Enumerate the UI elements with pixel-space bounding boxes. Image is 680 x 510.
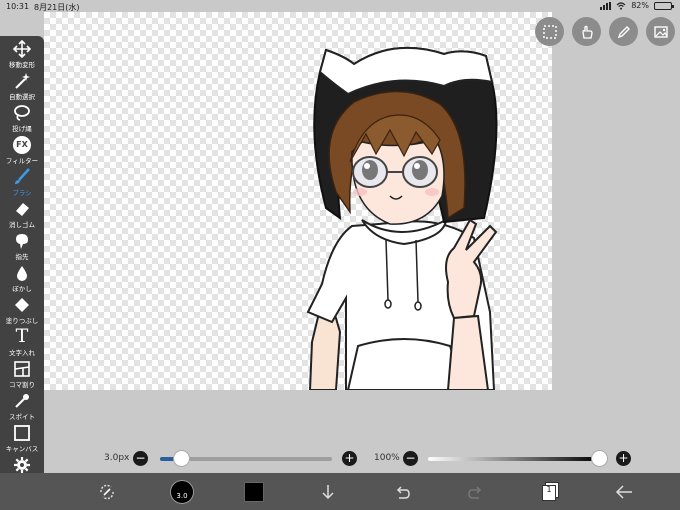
pen-icon xyxy=(617,25,630,38)
tool-label: ぼかし xyxy=(12,285,32,293)
eyedropper-icon xyxy=(0,392,44,410)
tool-label: 消しゴム xyxy=(9,221,35,229)
transform-button[interactable] xyxy=(92,477,122,507)
opacity-knob[interactable] xyxy=(591,450,608,467)
tool-label: 文字入れ xyxy=(9,349,35,357)
brush-size-slider[interactable] xyxy=(160,450,332,467)
layers-icon: 1 xyxy=(540,482,560,502)
frame-icon xyxy=(0,360,44,378)
selection-icon xyxy=(542,24,557,39)
tool-magic[interactable]: 自動選択 xyxy=(0,70,44,102)
wifi-icon xyxy=(616,1,626,10)
tool-brush[interactable]: ブラシ xyxy=(0,166,44,198)
slider-row: 3.0px − + 100% − + xyxy=(0,450,680,468)
signal-icon xyxy=(600,1,612,10)
back-button[interactable] xyxy=(609,477,639,507)
hand-button[interactable] xyxy=(572,17,601,46)
color-icon xyxy=(244,482,264,502)
redo-icon xyxy=(468,486,482,499)
gallery-button[interactable] xyxy=(646,17,675,46)
transform-icon xyxy=(100,484,114,500)
tool-move[interactable]: 移動変形 xyxy=(0,38,44,70)
artwork xyxy=(306,46,498,390)
fx-icon: FX xyxy=(13,136,31,154)
opacity-increase-button[interactable]: + xyxy=(616,451,631,466)
undo-button[interactable] xyxy=(387,477,417,507)
tool-label: 自動選択 xyxy=(9,93,35,101)
layers-button[interactable]: 1 xyxy=(535,477,565,507)
brush-size-value: 3.0px xyxy=(104,453,130,463)
canvas-icon xyxy=(0,424,44,442)
redo-button[interactable] xyxy=(461,477,491,507)
brush-circle-label: 3.0 xyxy=(176,492,188,500)
pen-button[interactable] xyxy=(609,17,638,46)
tool-text[interactable]: T 文字入れ xyxy=(0,326,44,358)
tool-label: 指先 xyxy=(15,253,29,261)
opacity-slider[interactable] xyxy=(428,450,608,467)
tool-label: スポイト xyxy=(9,413,35,421)
tool-label: 塗りつぶし xyxy=(5,317,39,325)
gallery-icon xyxy=(653,25,668,38)
move-arrows-icon xyxy=(0,40,44,58)
brush-icon xyxy=(0,168,44,186)
status-right: 82% xyxy=(600,1,674,10)
selection-button[interactable] xyxy=(535,17,564,46)
tool-label: 投げ縄 xyxy=(12,125,32,133)
smudge-icon xyxy=(0,232,44,250)
magic-wand-icon xyxy=(0,72,44,90)
brush-size-icon: 3.0 xyxy=(170,480,194,504)
battery-percent: 82% xyxy=(631,1,649,10)
brush-size-button[interactable]: 3.0 xyxy=(167,477,197,507)
tool-frame[interactable]: コマ割り xyxy=(0,358,44,390)
tool-blur[interactable]: ぼかし xyxy=(0,262,44,294)
download-button[interactable] xyxy=(313,477,343,507)
status-time: 10:31 xyxy=(6,2,30,11)
back-icon xyxy=(615,485,632,499)
tool-label: フィルター xyxy=(5,157,39,165)
tool-eraser[interactable]: 消しゴム xyxy=(0,198,44,230)
hand-icon xyxy=(581,25,593,39)
color-button[interactable] xyxy=(239,477,269,507)
opacity-decrease-button[interactable]: − xyxy=(403,451,418,466)
drop-icon xyxy=(0,264,44,282)
download-icon xyxy=(322,485,334,500)
layer-count: 1 xyxy=(546,485,552,494)
lasso-icon xyxy=(0,104,44,122)
brush-size-increase-button[interactable]: + xyxy=(342,451,357,466)
bucket-icon xyxy=(0,296,44,314)
tool-label: コマ割り xyxy=(9,381,35,389)
drawing-canvas[interactable] xyxy=(44,12,552,390)
bottom-toolbar: 3.0 1 xyxy=(0,473,680,510)
tool-fill[interactable]: 塗りつぶし xyxy=(0,294,44,326)
brush-size-decrease-button[interactable]: − xyxy=(133,451,148,466)
tool-lasso[interactable]: 投げ縄 xyxy=(0,102,44,134)
text-icon: T xyxy=(15,325,29,347)
tool-eyedropper[interactable]: スポイト xyxy=(0,390,44,422)
battery-icon xyxy=(654,1,674,10)
tool-panel: 移動変形自動選択投げ縄 FX フィルターブラシ消しゴム指先ぼかし塗りつぶし T 文字入れ… xyxy=(0,36,44,488)
tool-label: 移動変形 xyxy=(9,61,35,69)
tool-fx[interactable]: FX フィルター xyxy=(0,134,44,166)
opacity-value: 100% xyxy=(374,453,400,463)
brush-size-knob[interactable] xyxy=(172,450,190,467)
undo-icon xyxy=(396,486,410,499)
tool-smudge[interactable]: 指先 xyxy=(0,230,44,262)
tool-label: ブラシ xyxy=(12,189,32,197)
eraser-icon xyxy=(0,200,44,218)
